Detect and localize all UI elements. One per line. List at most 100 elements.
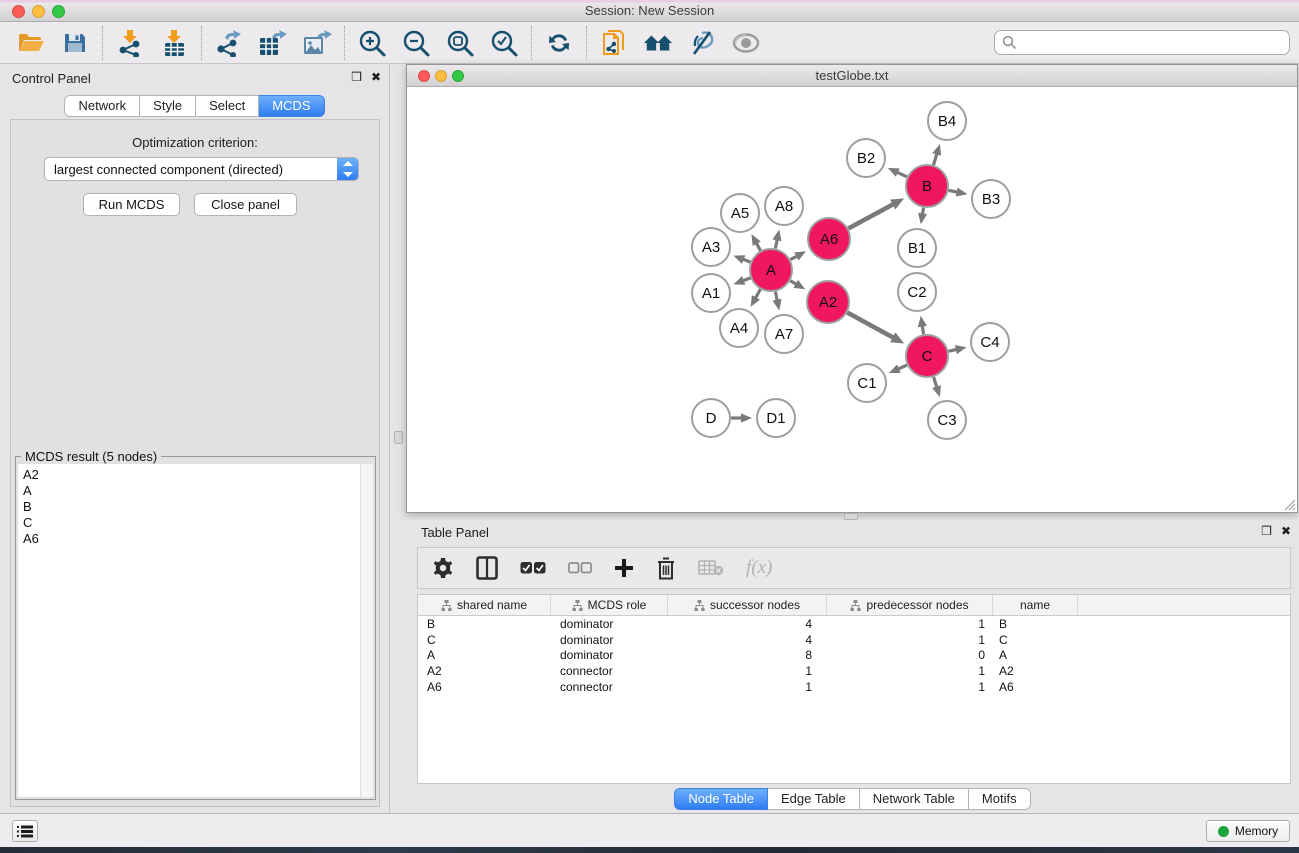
network-edge[interactable] (756, 243, 760, 251)
node-label: C2 (907, 284, 926, 301)
column-header-label: name (1020, 598, 1050, 612)
main-toolbar (0, 22, 1299, 64)
close-panel-icon[interactable]: ✖ (371, 71, 381, 84)
export-table-icon[interactable] (258, 28, 288, 58)
column-manager-icon[interactable] (476, 553, 498, 583)
delete-table-icon[interactable] (698, 553, 724, 583)
tab-node-table[interactable]: Node Table (674, 788, 768, 810)
float-panel-icon[interactable]: ❒ (351, 71, 362, 84)
network-edge[interactable] (897, 172, 907, 177)
network-edge[interactable] (790, 281, 796, 285)
table-cell: 1 (827, 617, 993, 631)
network-edge[interactable] (743, 278, 751, 281)
optimization-criterion-select[interactable]: largest connected component (directed) (44, 157, 359, 181)
network-edge[interactable] (922, 326, 923, 335)
column-type-icon (441, 600, 452, 611)
result-item[interactable]: A2 (18, 467, 373, 483)
network-edge[interactable] (898, 365, 907, 369)
column-header-name[interactable]: name (993, 595, 1078, 615)
run-mcds-button[interactable]: Run MCDS (83, 193, 180, 216)
network-edge[interactable] (948, 349, 956, 351)
table-cell: 4 (668, 633, 827, 647)
control-panel-tabs: NetworkStyleSelectMCDS (0, 95, 389, 117)
memory-button[interactable]: Memory (1206, 820, 1290, 842)
save-session-icon[interactable] (60, 28, 90, 58)
network-edge[interactable] (848, 204, 893, 228)
horizontal-splitter-handle[interactable] (844, 513, 858, 520)
column-header-successor-nodes[interactable]: successor nodes (668, 595, 827, 615)
column-header-shared-name[interactable]: shared name (418, 595, 551, 615)
network-edge[interactable] (933, 153, 937, 164)
network-window-title: testGlobe.txt (407, 68, 1297, 83)
table-cell: dominator (551, 648, 668, 662)
node-label: C3 (937, 412, 956, 429)
network-graph[interactable]: B4B2BB3A8A5A6A3B1AA1C2A2A4A7C4CC1DD1C3 (407, 87, 1297, 513)
list-icon (17, 825, 33, 838)
show-hide-annotations-icon[interactable] (687, 28, 717, 58)
tab-network[interactable]: Network (64, 95, 140, 117)
import-table-icon[interactable] (159, 28, 189, 58)
node-label: B2 (857, 150, 875, 167)
network-edge[interactable] (755, 289, 760, 298)
tab-network-table[interactable]: Network Table (860, 788, 969, 810)
apply-function-icon[interactable]: f(x) (746, 553, 772, 583)
result-item[interactable]: C (18, 515, 373, 531)
resize-grip-icon[interactable] (1282, 497, 1296, 511)
table-row[interactable]: A6connector11A6 (418, 679, 1290, 695)
column-header-predecessor-nodes[interactable]: predecessor nodes (827, 595, 993, 615)
table-settings-gear-icon[interactable] (432, 553, 454, 583)
deselect-all-columns-icon[interactable] (568, 553, 592, 583)
table-row[interactable]: Bdominator41B (418, 616, 1290, 632)
table-row[interactable]: A2connector11A2 (418, 663, 1290, 679)
table-close-panel-icon[interactable]: ✖ (1281, 525, 1291, 538)
zoom-out-icon[interactable] (401, 28, 431, 58)
close-panel-button[interactable]: Close panel (194, 193, 297, 216)
table-float-panel-icon[interactable]: ❒ (1261, 525, 1272, 538)
zoom-fit-icon[interactable] (445, 28, 475, 58)
import-network-icon[interactable] (115, 28, 145, 58)
result-item[interactable]: A6 (18, 531, 373, 547)
tab-edge-table[interactable]: Edge Table (768, 788, 860, 810)
table-row[interactable]: Adominator80A (418, 648, 1290, 664)
refresh-layout-icon[interactable] (544, 28, 574, 58)
column-header-MCDS-role[interactable]: MCDS role (551, 595, 668, 615)
network-edge[interactable] (775, 292, 777, 301)
network-canvas[interactable]: B4B2BB3A8A5A6A3B1AA1C2A2A4A7C4CC1DD1C3 (407, 87, 1297, 512)
table-body: Bdominator41BCdominator41CAdominator80AA… (418, 616, 1290, 695)
result-scrollbar[interactable] (360, 464, 373, 797)
tab-select[interactable]: Select (196, 95, 259, 117)
result-item[interactable]: B (18, 499, 373, 515)
network-edge[interactable] (743, 259, 751, 262)
export-network-icon[interactable] (214, 28, 244, 58)
tab-motifs[interactable]: Motifs (969, 788, 1031, 810)
export-image-icon[interactable] (302, 28, 332, 58)
select-all-columns-icon[interactable] (520, 553, 546, 583)
show-hide-graphics-details-icon[interactable] (731, 28, 761, 58)
network-edge[interactable] (847, 313, 893, 338)
search-input[interactable] (1017, 33, 1289, 53)
vertical-splitter-handle[interactable] (394, 431, 403, 444)
network-edge[interactable] (949, 190, 958, 192)
new-network-icon[interactable] (599, 28, 629, 58)
table-row[interactable]: Cdominator41C (418, 632, 1290, 648)
delete-column-trash-icon[interactable] (656, 553, 676, 583)
zoom-in-icon[interactable] (357, 28, 387, 58)
tab-style[interactable]: Style (140, 95, 196, 117)
tab-mcds[interactable]: MCDS (259, 95, 324, 117)
task-history-button[interactable] (12, 820, 38, 842)
zoom-selected-icon[interactable] (489, 28, 519, 58)
table-cell: 4 (668, 617, 827, 631)
open-session-icon[interactable] (16, 28, 46, 58)
network-edge[interactable] (775, 239, 777, 248)
search-icon (1002, 35, 1017, 50)
add-column-icon[interactable] (614, 553, 634, 583)
network-edge[interactable] (934, 377, 937, 388)
network-edge[interactable] (922, 208, 923, 215)
cybrowser-home-icon[interactable] (643, 28, 673, 58)
mcds-result-list: A2ABCA6 (18, 464, 373, 797)
column-header-label: predecessor nodes (866, 598, 968, 612)
network-edge[interactable] (790, 256, 797, 260)
result-item[interactable]: A (18, 483, 373, 499)
table-cell: A6 (993, 680, 1078, 694)
search-field[interactable] (994, 30, 1290, 55)
